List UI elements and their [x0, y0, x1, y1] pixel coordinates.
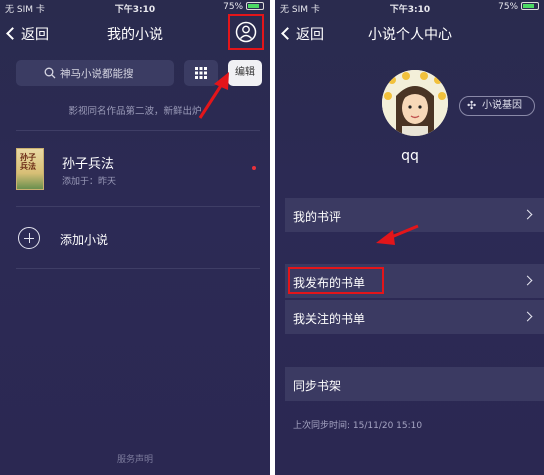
menu-followed-lists[interactable]: 我关注的书单: [285, 300, 544, 334]
menu-label: 我的书评: [293, 210, 342, 224]
status-bar: 无 SIM 卡 下午3:10 75%: [0, 0, 270, 15]
nav-bar: 返回 小说个人中心: [275, 16, 544, 52]
search-input[interactable]: 神马小说都能搜: [16, 60, 174, 86]
divider: [16, 268, 260, 269]
divider: [16, 130, 260, 131]
chevron-right-icon: [522, 209, 533, 220]
service-statement-link[interactable]: 服务声明: [0, 452, 270, 465]
highlight-profile-box: [228, 14, 264, 50]
battery-indicator: 75%: [498, 2, 539, 12]
book-cover-title: 孙子兵法: [20, 152, 36, 171]
menu-my-reviews[interactable]: 我的书评: [285, 198, 544, 232]
search-icon: [44, 67, 56, 79]
battery-percent: 75%: [223, 2, 244, 12]
chevron-right-icon: [522, 275, 533, 286]
status-bar: 无 SIM 卡 下午3:10 75%: [275, 0, 544, 15]
menu-sync-shelf[interactable]: 同步书架: [285, 367, 544, 401]
novel-gene-label: 小说基因: [482, 100, 522, 111]
avatar[interactable]: [382, 70, 448, 136]
username: qq: [401, 148, 419, 164]
search-placeholder: 神马小说都能搜: [60, 68, 134, 80]
gene-icon: ✣: [467, 99, 477, 112]
menu-label: 同步书架: [293, 379, 342, 393]
update-dot: [252, 166, 256, 170]
battery-percent: 75%: [498, 2, 519, 12]
battery-icon: [246, 2, 264, 10]
grid-view-button[interactable]: [184, 60, 218, 86]
book-title: 孙子兵法: [62, 157, 115, 172]
add-novel-label: 添加小说: [60, 233, 109, 247]
grid-icon: [195, 67, 207, 79]
last-sync-time: 上次同步时间: 15/11/20 15:10: [293, 421, 423, 431]
book-cover: 孙子兵法: [16, 148, 44, 190]
edit-button[interactable]: 编辑: [228, 60, 262, 86]
plus-icon: [18, 227, 40, 249]
my-novels-screen: 无 SIM 卡 下午3:10 75% 返回 我的小说 神马小说都能搜 编辑 影视…: [0, 0, 270, 475]
page-title: 小说个人中心: [368, 27, 452, 43]
promo-ticker[interactable]: 影视同名作品第二波，新鲜出炉: [0, 103, 270, 117]
divider: [16, 206, 260, 207]
battery-icon: [521, 2, 539, 10]
novel-gene-button[interactable]: ✣ 小说基因: [459, 96, 535, 116]
menu-label: 我关注的书单: [293, 312, 366, 326]
avatar-cartoon-image: [382, 70, 448, 136]
add-novel-button[interactable]: 添加小说: [18, 227, 260, 253]
novel-profile-screen: 无 SIM 卡 下午3:10 75% 返回 小说个人中心 ✣ 小说基因 qq 我…: [275, 0, 544, 475]
book-added-time: 添加于：昨天: [62, 177, 117, 187]
highlight-published-lists-box: [288, 267, 384, 294]
battery-indicator: 75%: [223, 2, 264, 12]
book-item[interactable]: 孙子兵法 孙子兵法 添加于：昨天: [16, 148, 260, 194]
chevron-right-icon: [522, 311, 533, 322]
search-row: 神马小说都能搜 编辑: [16, 60, 262, 86]
